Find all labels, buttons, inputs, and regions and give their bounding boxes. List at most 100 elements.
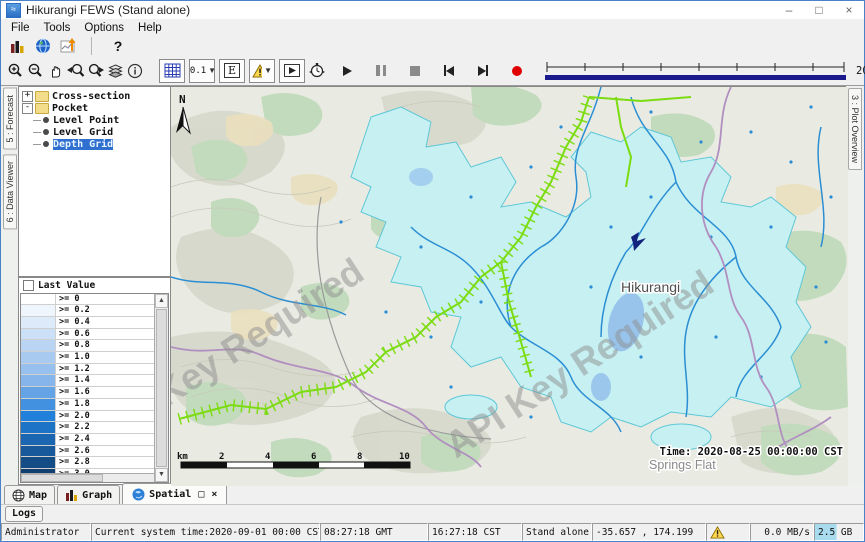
help-button[interactable]: ? [104, 35, 132, 57]
legend-row[interactable]: >= 1.6 [21, 387, 154, 399]
timer-icon [308, 62, 326, 79]
bullet-icon [43, 129, 49, 135]
scroll-up-icon[interactable]: ▲ [155, 294, 168, 308]
tree-connector [33, 120, 41, 121]
folder-icon [35, 103, 49, 114]
zoom-in-button[interactable] [5, 60, 25, 82]
legend-label: >= 0.2 [56, 305, 154, 316]
tree-item-cross-section[interactable]: + Cross-section [19, 90, 170, 102]
tree-item-depth-grid[interactable]: Depth Grid [19, 138, 170, 150]
tab-graph-label: Graph [82, 490, 112, 501]
globe-icon [35, 38, 51, 54]
tree-item-label: Pocket [52, 103, 88, 114]
spatial-display-button[interactable] [33, 35, 53, 57]
legend-row[interactable]: >= 2.2 [21, 422, 154, 434]
left-tab-strip: 5 : Forecast 6 : Data Viewer [1, 86, 18, 485]
zoom-out-button[interactable] [25, 60, 45, 82]
legend-row[interactable]: >= 1.2 [21, 364, 154, 376]
last-value-checkbox[interactable] [23, 280, 34, 291]
legend-label: >= 1.8 [56, 399, 154, 410]
minimize-button[interactable]: – [774, 2, 804, 18]
main-toolbar: ? [1, 36, 864, 56]
legend-row[interactable]: >= 0.6 [21, 329, 154, 341]
zoom-next-icon [86, 62, 105, 79]
grid-display-button[interactable] [159, 59, 185, 83]
menu-help[interactable]: Help [131, 22, 169, 34]
pause-button[interactable] [371, 60, 391, 82]
maximize-button[interactable]: □ [804, 2, 834, 18]
stop-button[interactable] [405, 60, 425, 82]
menu-file[interactable]: File [4, 22, 37, 34]
tab-spatial[interactable]: Spatial □ × [122, 483, 227, 504]
thresholds-dropdown[interactable]: ▼ [249, 59, 275, 83]
logs-tab[interactable]: Logs [5, 506, 43, 522]
tab-data-viewer[interactable]: 6 : Data Viewer [3, 154, 17, 229]
legend-vscrollbar[interactable]: ▲ ▼ [154, 294, 168, 482]
time-control-button[interactable] [307, 60, 327, 82]
legend-row[interactable]: >= 0.2 [21, 305, 154, 317]
legend-row[interactable]: >= 1.0 [21, 352, 154, 364]
animation-button[interactable] [279, 59, 305, 83]
expander-icon[interactable]: + [22, 91, 33, 102]
legend-row[interactable]: >= 1.4 [21, 375, 154, 387]
toolbar-separator [91, 37, 92, 55]
zoom-previous-button[interactable] [65, 60, 85, 82]
map-label-hikurangi: Hikurangi [621, 279, 680, 295]
legend-swatch [21, 399, 56, 410]
step-back-button[interactable] [439, 60, 459, 82]
menu-options[interactable]: Options [77, 22, 131, 34]
legend-row[interactable]: >= 2.6 [21, 446, 154, 458]
scroll-down-icon[interactable]: ▼ [155, 468, 168, 482]
layers-button[interactable] [105, 60, 125, 82]
chart-up-icon [60, 38, 78, 54]
legend-row[interactable]: >= 1.8 [21, 399, 154, 411]
close-button[interactable]: × [834, 2, 864, 18]
timeseries-button[interactable] [59, 35, 79, 57]
tab-maximize-icon[interactable]: □ [198, 489, 204, 500]
zoom-next-button[interactable] [85, 60, 105, 82]
tab-map[interactable]: Map [4, 485, 55, 504]
time-slider[interactable] [543, 59, 848, 83]
legend-swatch [21, 411, 56, 422]
tree-connector [33, 132, 41, 133]
logs-row: Logs [1, 504, 864, 523]
legend-row[interactable]: >= 0 [21, 294, 154, 306]
legend-label: >= 0 [56, 294, 154, 305]
expander-icon[interactable]: - [22, 103, 33, 114]
time-slider-track [543, 59, 848, 83]
tree-item-label: Cross-section [52, 91, 130, 102]
step-forward-button[interactable] [473, 60, 493, 82]
tree-item-pocket[interactable]: - Pocket [19, 102, 170, 114]
record-button[interactable] [507, 60, 527, 82]
legend-row[interactable]: >= 0.4 [21, 317, 154, 329]
svg-text:4: 4 [265, 452, 271, 462]
scroll-thumb[interactable] [156, 309, 167, 467]
legend-row[interactable]: >= 2.4 [21, 434, 154, 446]
step-back-icon [446, 66, 454, 76]
pan-button[interactable] [45, 60, 65, 82]
play-button[interactable] [337, 60, 357, 82]
legend-label: >= 1.4 [56, 375, 154, 386]
label-tool-button[interactable]: E [219, 59, 245, 83]
tree-item-level-point[interactable]: Level Point [19, 114, 170, 126]
legend-swatch [21, 317, 56, 328]
status-gmt-time: 08:27:18 GMT [320, 523, 428, 541]
legend-row[interactable]: >= 2.0 [21, 411, 154, 423]
legend-label: >= 2.6 [56, 446, 154, 457]
layer-tree: + Cross-section - PocketLevel PointLevel Gr… [19, 87, 170, 277]
animation-transport [337, 60, 527, 82]
legend-row[interactable]: >= 2.8 [21, 457, 154, 469]
legend-swatch [21, 294, 56, 305]
contour-dropdown[interactable]: 0.1 ▼ [189, 59, 215, 83]
map-view[interactable]: API Key Required API Key Required N Hiku… [171, 86, 846, 485]
info-button[interactable] [125, 60, 145, 82]
menu-tools[interactable]: Tools [37, 22, 78, 34]
legend-hscrollbar[interactable] [21, 473, 154, 482]
tab-close-icon[interactable]: × [211, 489, 217, 500]
tab-plot-overview[interactable]: 3 : Plot Overview [848, 88, 862, 170]
tab-graph[interactable]: Graph [57, 485, 120, 504]
tree-item-level-grid[interactable]: Level Grid [19, 126, 170, 138]
explorer-button[interactable] [7, 35, 27, 57]
legend-row[interactable]: >= 0.8 [21, 340, 154, 352]
tab-forecast[interactable]: 5 : Forecast [3, 88, 17, 150]
